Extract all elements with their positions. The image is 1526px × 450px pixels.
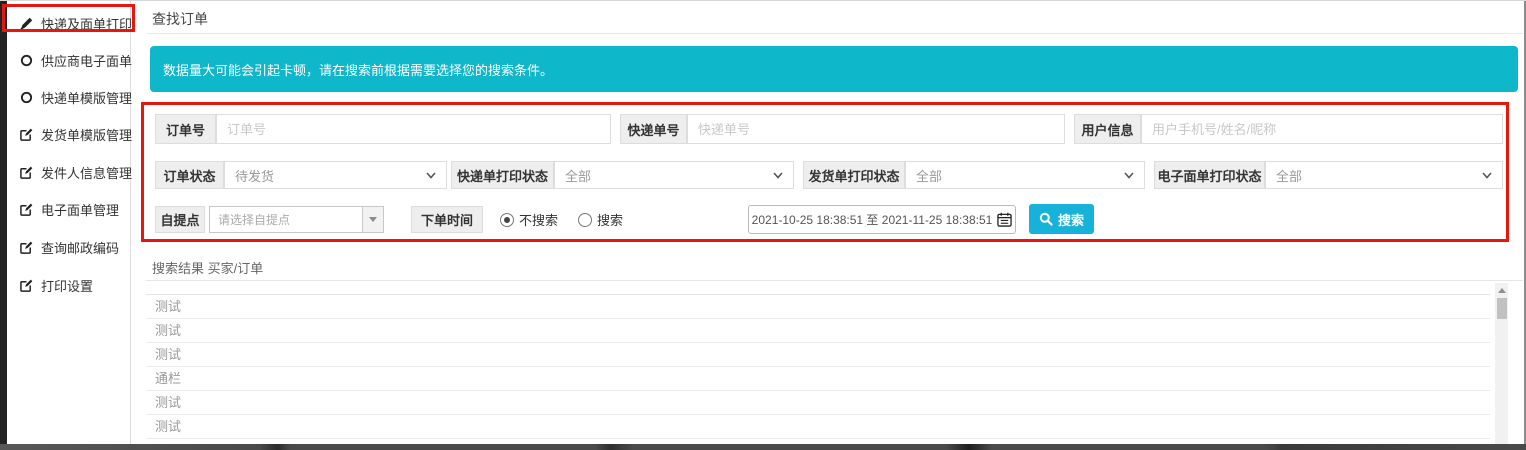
pickup-point-combo[interactable]: 请选择自提点: [209, 206, 384, 233]
sidebar-item-invoice-template[interactable]: 发货单模版管理: [20, 125, 132, 143]
sidebar-item-label: 快递及面单打印: [41, 16, 133, 32]
chevron-down-icon: [1124, 171, 1134, 179]
results-divider: [146, 280, 1523, 281]
results-title: 搜索结果 买家/订单: [152, 261, 264, 276]
radio-no-search-label: 不搜索: [519, 213, 559, 228]
search-button[interactable]: 搜索: [1029, 204, 1094, 234]
pen-icon: [20, 17, 33, 30]
app-window: 快递及面单打印 供应商电子面单 快递单模版管理 发货单模版管理 发件人信息管理: [0, 0, 1526, 450]
sidebar-item-waybill-template[interactable]: 快递单模版管理: [20, 88, 132, 106]
order-time-label: 下单时间: [411, 206, 483, 233]
sidebar-item-label: 电子面单管理: [41, 202, 120, 218]
sidebar-item-supplier-ewaybill[interactable]: 供应商电子面单: [20, 51, 132, 69]
calendar-icon[interactable]: [997, 212, 1013, 227]
ewaybill-print-status-select[interactable]: 全部: [1265, 161, 1503, 189]
page-title: 查找订单: [152, 11, 208, 27]
sidebar-item-ewaybill-manage[interactable]: 电子面单管理: [20, 200, 119, 218]
sidebar-item-print-settings[interactable]: 打印设置: [20, 276, 93, 294]
header-divider: [146, 33, 1523, 34]
pickup-point-placeholder: 请选择自提点: [218, 213, 291, 227]
results-scrollbar[interactable]: [1495, 283, 1508, 444]
triangle-down-icon[interactable]: [362, 207, 383, 232]
order-status-value: 待发货: [235, 168, 275, 184]
scrollbar-thumb[interactable]: [1496, 298, 1507, 319]
waybill-print-status-select[interactable]: 全部: [554, 161, 794, 189]
chevron-down-icon: [426, 171, 436, 179]
pen-square-icon: [20, 241, 33, 254]
sidebar-item-label: 发货单模版管理: [41, 127, 133, 143]
radio-unselected-icon[interactable]: [578, 212, 593, 227]
date-range-value: 2021-10-25 18:38:51 至 2021-11-25 18:38:5…: [751, 213, 993, 227]
invoice-print-status-value: 全部: [916, 168, 943, 184]
order-no-input[interactable]: [216, 114, 611, 144]
user-info-input[interactable]: [1141, 114, 1503, 144]
sidebar-item-label: 查询邮政编码: [41, 240, 120, 256]
ewaybill-print-status-label: 电子面单打印状态: [1154, 161, 1265, 189]
date-range-input[interactable]: 2021-10-25 18:38:51 至 2021-11-25 18:38:5…: [748, 205, 1016, 234]
list-item[interactable]: 测试: [146, 295, 1490, 319]
order-status-select[interactable]: 待发货: [224, 161, 447, 189]
time-search-radio-group: 不搜索 搜索: [500, 206, 623, 233]
list-item[interactable]: 测试: [146, 415, 1490, 439]
user-info-label: 用户信息: [1074, 114, 1141, 144]
sidebar-item-postcode-query[interactable]: 查询邮政编码: [20, 238, 119, 256]
ewaybill-print-status-value: 全部: [1276, 168, 1303, 184]
tracking-no-input[interactable]: [687, 114, 1065, 144]
sidebar: 快递及面单打印 供应商电子面单 快递单模版管理 发货单模版管理 发件人信息管理: [7, 1, 132, 444]
sidebar-item-label: 打印设置: [41, 278, 94, 294]
sidebar-item-express-print[interactable]: 快递及面单打印: [20, 14, 132, 32]
alert-banner: 数据量大可能会引起卡顿，请在搜索前根据需要选择您的搜索条件。: [150, 46, 1518, 92]
bottom-taskbar-sliver: [0, 444, 1526, 450]
tracking-no-label: 快递单号: [620, 114, 687, 144]
invoice-print-status-select[interactable]: 全部: [905, 161, 1145, 189]
list-item[interactable]: 测试: [146, 319, 1490, 343]
magnifier-icon: [1039, 212, 1053, 226]
order-status-label: 订单状态: [155, 161, 224, 189]
pen-square-icon: [20, 166, 33, 179]
sidebar-item-sender-info[interactable]: 发件人信息管理: [20, 163, 132, 181]
list-item[interactable]: 通栏: [146, 367, 1490, 391]
sidebar-item-label: 发件人信息管理: [41, 165, 133, 181]
radio-search-label: 搜索: [597, 213, 624, 228]
list-item[interactable]: 测试: [146, 391, 1490, 415]
sidebar-item-label: 快递单模版管理: [41, 90, 133, 106]
radio-search[interactable]: 搜索: [578, 210, 623, 229]
radio-selected-icon[interactable]: [500, 212, 514, 227]
list-item[interactable]: 测试: [146, 343, 1490, 367]
chevron-down-icon: [773, 171, 783, 179]
invoice-print-status-label: 发货单打印状态: [803, 161, 905, 189]
pen-square-icon: [20, 279, 33, 292]
search-button-label: 搜索: [1057, 212, 1084, 228]
alert-text: 数据量大可能会引起卡顿，请在搜索前根据需要选择您的搜索条件。: [163, 62, 554, 78]
pickup-point-label: 自提点: [155, 206, 205, 233]
left-dark-strip: [0, 1, 7, 444]
pen-square-icon: [20, 203, 33, 216]
chevron-down-icon: [1482, 171, 1492, 179]
scrollbar-up-arrow-icon[interactable]: [1498, 288, 1506, 293]
pen-square-icon: [20, 128, 33, 141]
circle-icon: [20, 91, 33, 104]
results-list: 测试 测试 测试 通栏 测试 测试: [146, 294, 1490, 439]
radio-no-search[interactable]: 不搜索: [500, 210, 558, 229]
waybill-print-status-label: 快递单打印状态: [451, 161, 554, 189]
waybill-print-status-value: 全部: [565, 168, 592, 184]
circle-icon: [20, 54, 33, 67]
sidebar-item-label: 供应商电子面单: [41, 53, 133, 69]
order-no-label: 订单号: [155, 114, 216, 144]
